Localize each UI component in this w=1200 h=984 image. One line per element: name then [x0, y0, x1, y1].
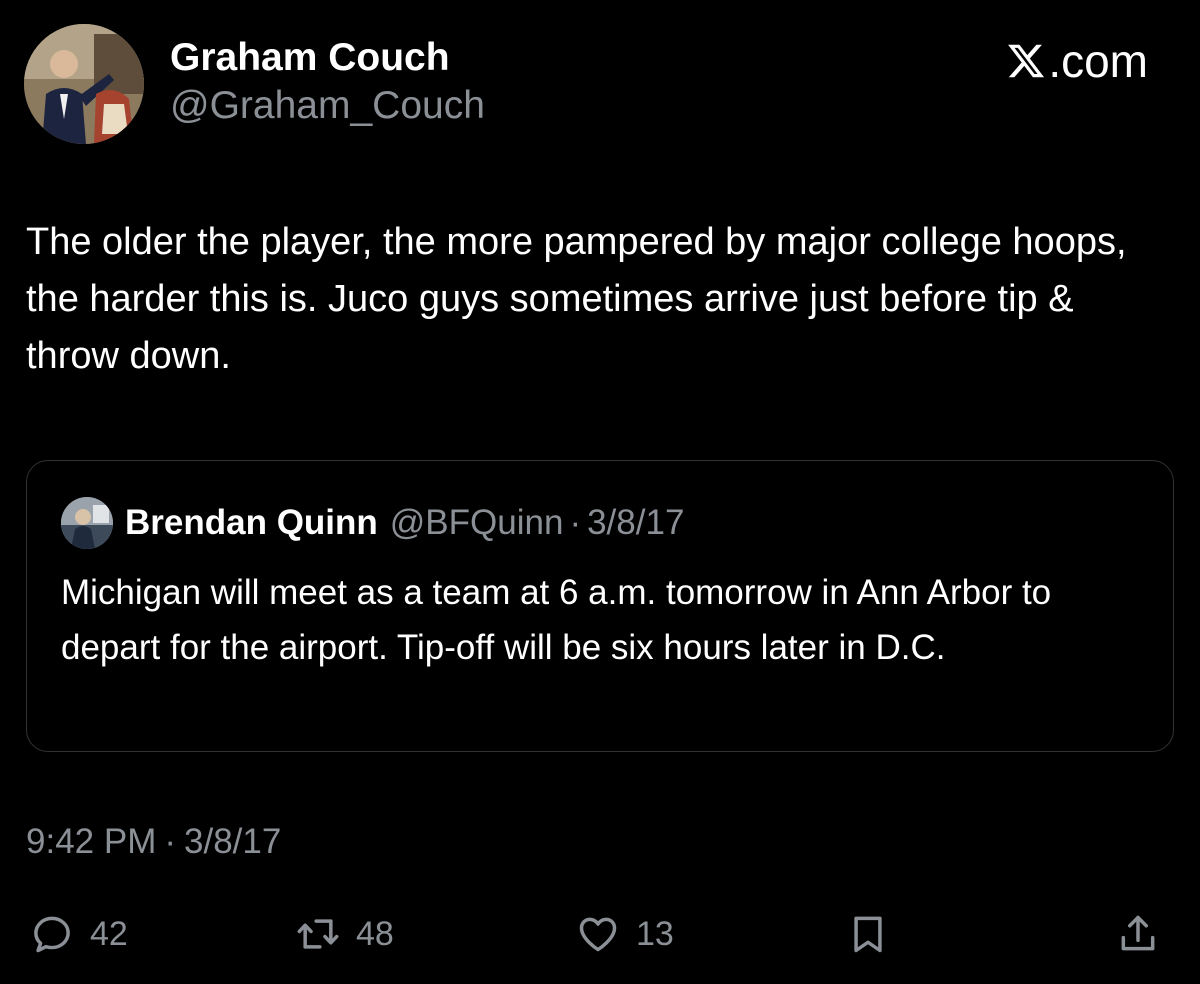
quoted-tweet-text: Michigan will meet as a team at 6 a.m. t… — [61, 573, 1052, 667]
bookmark-icon — [854, 916, 882, 953]
author-name[interactable]: Graham Couch — [170, 36, 450, 80]
tweet-screenshot: Graham Couch @Graham_Couch .com The olde… — [0, 0, 1200, 984]
share-icon — [1121, 915, 1155, 951]
timestamp-separator: · — [164, 822, 177, 861]
author-handle[interactable]: @Graham_Couch — [170, 84, 485, 128]
retweet-count: 48 — [356, 914, 394, 953]
tweet-timestamp[interactable]: 9:42 PM · 3/8/17 — [26, 822, 281, 862]
like-count: 13 — [636, 914, 674, 953]
reply-button[interactable]: 42 — [30, 906, 128, 962]
quoted-author-name[interactable]: Brendan Quinn — [125, 503, 378, 543]
quoted-date[interactable]: 3/8/17 — [587, 503, 684, 543]
author-avatar-image — [24, 24, 144, 144]
quoted-avatar-image — [61, 497, 113, 549]
quoted-tweet-header: Brendan Quinn @BFQuinn · 3/8/17 — [61, 497, 684, 549]
x-logo-text: .com — [1048, 35, 1148, 87]
timestamp-time: 9:42 PM — [26, 822, 157, 861]
heart-icon — [579, 917, 617, 952]
x-logo: .com — [1006, 34, 1148, 88]
reply-icon — [34, 916, 70, 953]
like-button[interactable]: 13 — [576, 906, 674, 962]
x-logo-icon — [1008, 44, 1045, 78]
author-avatar[interactable] — [24, 24, 144, 144]
quoted-author-handle[interactable]: @BFQuinn — [390, 503, 564, 543]
reply-count: 42 — [90, 914, 128, 953]
tweet-text: The older the player, the more pampered … — [26, 221, 1127, 377]
timestamp-date: 3/8/17 — [184, 822, 282, 861]
retweet-button[interactable]: 48 — [296, 906, 394, 962]
share-button[interactable] — [1116, 906, 1160, 962]
quoted-separator: · — [569, 503, 582, 542]
bookmark-button[interactable] — [846, 906, 890, 962]
quoted-author-avatar[interactable] — [61, 497, 113, 549]
quoted-tweet-card[interactable]: Brendan Quinn @BFQuinn · 3/8/17 Michigan… — [26, 460, 1174, 752]
retweet-icon — [297, 919, 339, 949]
